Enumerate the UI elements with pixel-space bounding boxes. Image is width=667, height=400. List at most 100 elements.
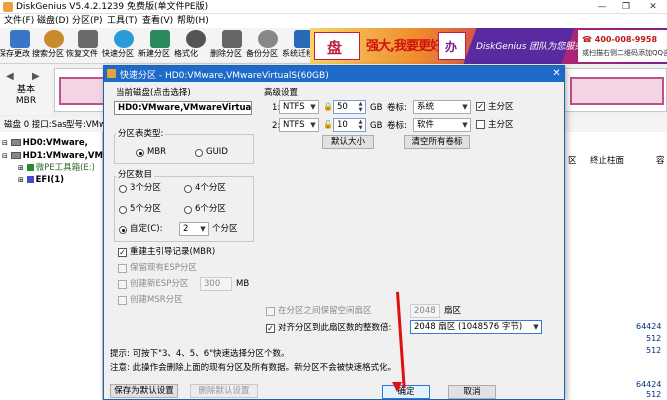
table-cell: 64424 — [636, 322, 662, 331]
custom-count-select[interactable]: 2 ▼ — [179, 222, 209, 236]
partition-icon — [26, 164, 34, 171]
tree-item-label: EFI(1) — [35, 175, 65, 185]
partition-block[interactable] — [570, 77, 664, 105]
column-header: 终止柱面 — [590, 156, 625, 166]
row-1-unit: GB — [370, 103, 383, 113]
row-2-filesystem-select[interactable]: NTFS ▼ — [279, 118, 319, 132]
row-1-volume-label-value: 系统 — [417, 102, 435, 112]
disk-basic-label: 基本 — [16, 85, 35, 95]
create-msr-checkbox[interactable] — [118, 296, 127, 305]
delete-default-button[interactable]: 删除默认设置 — [190, 384, 258, 398]
free-space-checkbox[interactable] — [266, 307, 275, 316]
menu-partition[interactable]: 分区(P) — [72, 15, 102, 27]
new-partition-icon — [150, 30, 170, 48]
warning-text: 注意: 此操作会删除上面的现有分区及所有数据。新分区不会被快速格式化。 — [110, 363, 397, 373]
partition-block[interactable] — [59, 77, 109, 105]
spinner-icon[interactable]: ▲ ▼ — [357, 101, 364, 113]
prev-disk-button[interactable]: ◀ — [6, 71, 14, 82]
dialog-titlebar: 快速分区 - HD0:VMware,VMwareVirtualS(60GB) ✕ — [104, 66, 564, 82]
spinner-icon[interactable]: ▲ ▼ — [357, 119, 364, 131]
toolbar-quick-partition-button[interactable]: 快速分区 — [102, 29, 142, 63]
row-2-unit: GB — [370, 121, 383, 131]
menu-file[interactable]: 文件(F) — [4, 15, 34, 27]
backup-partition-icon — [258, 30, 278, 48]
next-disk-button[interactable]: ▶ — [32, 71, 40, 82]
save-default-button[interactable]: 保存为默认设置 — [110, 384, 178, 398]
count-4-radio[interactable] — [184, 185, 192, 193]
tree-item-efi[interactable]: ⊞ EFI(1) — [18, 175, 64, 186]
keep-esp-checkbox[interactable] — [118, 264, 127, 273]
free-space-field[interactable]: 2048 — [410, 304, 440, 318]
partition-icon — [26, 176, 34, 183]
count-6-radio[interactable] — [184, 206, 192, 214]
maximize-button[interactable]: ❐ — [613, 0, 639, 14]
toolbar-backup-partition-button[interactable]: 备份分区 — [246, 29, 286, 63]
app-titlebar: DiskGenius V5.4.2.1239 免费版(单文件PE版) — ❐ ✕ — [0, 0, 667, 14]
current-disk-label: 当前磁盘(点击选择) — [116, 88, 191, 98]
count-custom-radio[interactable] — [119, 226, 127, 234]
table-cell: 64424 — [636, 380, 662, 389]
menu-view[interactable]: 查看(V) — [142, 15, 173, 27]
row-2-primary-checkbox[interactable] — [476, 120, 485, 129]
row-1-primary-checkbox[interactable]: ✓ — [476, 102, 485, 111]
esp-size-field[interactable]: 300 — [200, 277, 232, 291]
align-checkbox[interactable]: ✓ — [266, 324, 275, 333]
promo-banner[interactable]: 盘 强大,我要更好 办 DiskGenius 团队为您服务 ☎ 400-008-… — [310, 28, 667, 64]
row-1-label-text: 卷标: — [387, 103, 407, 113]
column-header: 区 — [568, 156, 577, 166]
rebuild-mbr-checkbox[interactable]: ✓ — [118, 248, 127, 257]
row-1-primary-label: 主分区 — [488, 102, 514, 112]
toolbar-label: 快速分区 — [102, 49, 134, 58]
phone-icon: ☎ — [582, 35, 595, 44]
toolbar-label: 新建分区 — [138, 49, 170, 58]
annotation-arrow-head — [392, 382, 402, 392]
unlock-icon[interactable]: 🔓 — [323, 120, 333, 129]
toolbar-delete-partition-button[interactable]: 删除分区 — [210, 29, 250, 63]
count-unit-label: 个分区 — [212, 224, 238, 234]
banner-slogan: 强大,我要更好 — [366, 39, 443, 54]
tree-item-pe-toolbox[interactable]: ⊞ 微PE工具箱(E:) — [18, 163, 95, 174]
clear-labels-button[interactable]: 清空所有卷标 — [404, 135, 470, 149]
partition-table: 区 终止柱面 容 64424 512 512 64424 512 — [558, 132, 667, 400]
default-size-button[interactable]: 默认大小 — [322, 135, 374, 149]
tree-item-hd0[interactable]: ⊟ HD0:VMware, — [2, 138, 88, 149]
minimize-button[interactable]: — — [589, 0, 615, 14]
close-button[interactable]: ✕ — [640, 0, 666, 14]
table-cell: 512 — [646, 346, 662, 355]
row-2-primary-label: 主分区 — [488, 120, 514, 130]
disk-nav-panel: ◀ ▶ 基本 MBR — [0, 65, 52, 115]
cancel-button[interactable]: 取消 — [448, 385, 496, 399]
create-esp-checkbox[interactable] — [118, 280, 127, 289]
row-1-filesystem-select[interactable]: NTFS ▼ — [279, 100, 319, 114]
dialog-close-button[interactable]: ✕ — [550, 67, 563, 80]
chevron-down-icon: ▼ — [533, 323, 539, 331]
toolbar-format-button[interactable]: 格式化 — [174, 29, 214, 63]
menu-disk[interactable]: 磁盘(D) — [37, 15, 69, 27]
menu-help[interactable]: 帮助(H) — [177, 15, 209, 27]
toolbar-new-partition-button[interactable]: 新建分区 — [138, 29, 178, 63]
mbr-radio[interactable] — [136, 149, 144, 157]
row-2-volume-label-select[interactable]: 软件 ▼ — [413, 118, 471, 132]
table-cell: 512 — [646, 390, 662, 399]
row-1-volume-label-select[interactable]: 系统 ▼ — [413, 100, 471, 114]
count-5-label: 5个分区 — [130, 204, 161, 214]
ok-button[interactable]: 确定 — [382, 385, 430, 399]
hint-text: 提示: 可按下"3、4、5、6"快速选择分区个数。 — [110, 349, 290, 359]
align-label: 对齐分区到此扇区数的整数倍: — [278, 323, 392, 333]
toolbar-recover-files-button[interactable]: 恢复文件 — [66, 29, 106, 63]
disk-tree: ⊟ HD0:VMware, ⊟ HD1:VMware,VM ⊞ 微PE工具箱(E… — [0, 132, 103, 400]
quick-partition-dialog: 快速分区 - HD0:VMware,VMwareVirtualS(60GB) ✕… — [103, 65, 565, 400]
tree-expand-icon: ⊞ — [18, 176, 24, 184]
current-disk-field[interactable]: HD0:VMware,VMwareVirtualS( — [114, 101, 252, 115]
guid-radio[interactable] — [195, 149, 203, 157]
menu-tools[interactable]: 工具(T) — [107, 15, 138, 27]
count-3-radio[interactable] — [119, 185, 127, 193]
count-4-label: 4个分区 — [195, 183, 226, 193]
count-5-radio[interactable] — [119, 206, 127, 214]
align-sectors-select[interactable]: 2048 扇区 (1048576 字节) ▼ — [410, 320, 542, 334]
tree-item-hd1[interactable]: ⊟ HD1:VMware,VM — [2, 151, 103, 162]
recover-icon — [78, 30, 98, 48]
menu-bar: 文件(F) 磁盘(D) 分区(P) 工具(T) 查看(V) 帮助(H) — [0, 14, 667, 28]
disk-type-label: 基本 MBR — [0, 85, 52, 107]
lock-icon[interactable]: 🔒 — [323, 102, 333, 111]
